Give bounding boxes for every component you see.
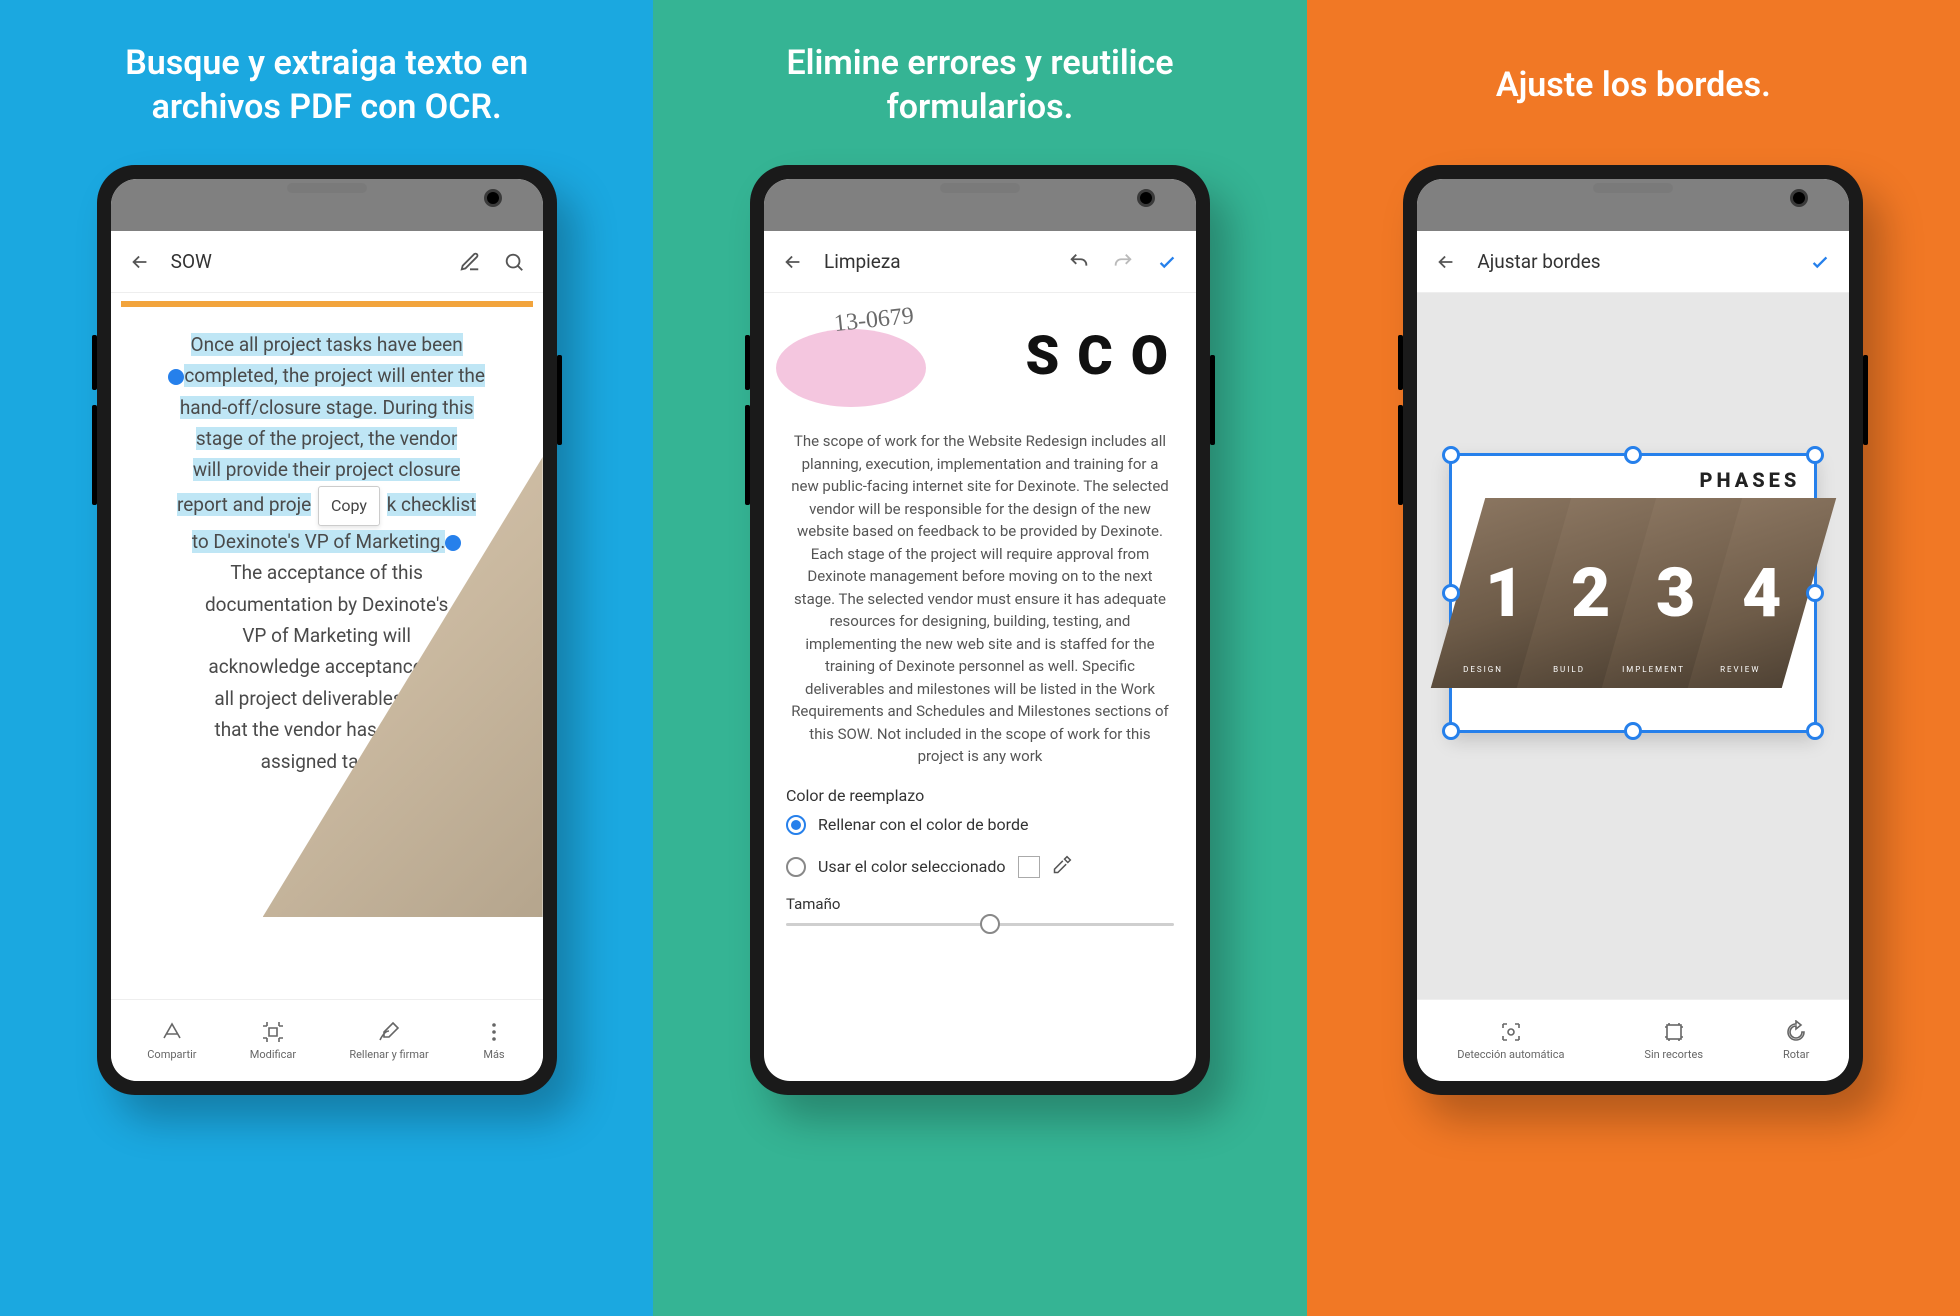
appbar-title: Limpieza — [824, 250, 1048, 273]
phone-notch — [287, 183, 367, 193]
phone-mockup-3: Ajustar bordes PHASES 1DESIGN 2BUILD 3IM… — [1403, 165, 1863, 1095]
no-crop-button[interactable]: Sin recortes — [1644, 1020, 1703, 1061]
crop-handle[interactable] — [1806, 446, 1824, 464]
phone-side-button — [92, 335, 97, 390]
radio-icon[interactable] — [786, 857, 806, 877]
crop-handle[interactable] — [1442, 722, 1460, 740]
selection-handle-end[interactable] — [445, 535, 461, 551]
appbar-title: SOW — [171, 250, 439, 273]
document-body[interactable]: Once all project tasks have been complet… — [111, 319, 543, 999]
app-bar: SOW — [111, 231, 543, 293]
phone-side-button — [1863, 355, 1868, 445]
undo-button[interactable] — [1066, 249, 1092, 275]
search-icon[interactable] — [501, 249, 527, 275]
crop-handle[interactable] — [1806, 722, 1824, 740]
panel-crop: Ajuste los bordes. Ajustar bordes PHASES — [1307, 0, 1960, 1316]
crop-document[interactable]: PHASES 1DESIGN 2BUILD 3IMPLEMENT 4REVIEW — [1449, 453, 1817, 733]
bottom-toolbar: Compartir Modificar Rellenar y firmar Má… — [111, 999, 543, 1081]
copy-tooltip[interactable]: Copy — [318, 486, 380, 526]
app-bar: Ajustar bordes — [1417, 231, 1849, 293]
phone-side-button — [1398, 405, 1403, 505]
handwritten-note: 13-0679 — [833, 303, 915, 338]
rotate-button[interactable]: Rotar — [1783, 1020, 1809, 1061]
phone-mockup-2: Limpieza 13-0679 SCO The scope of work f… — [750, 165, 1210, 1095]
crop-handle[interactable] — [1624, 722, 1642, 740]
done-button[interactable] — [1154, 249, 1180, 275]
phone-camera — [1137, 189, 1155, 207]
panel-cleanup: Elimine errores y reutilice formularios.… — [653, 0, 1306, 1316]
phone-mockup-1: SOW Once all project tasks have been com… — [97, 165, 557, 1095]
auto-detect-button[interactable]: Detección automática — [1457, 1020, 1564, 1061]
document-body-text[interactable]: The scope of work for the Website Redesi… — [764, 426, 1196, 772]
phone-side-button — [745, 335, 750, 390]
eyedropper-icon[interactable] — [1052, 855, 1072, 879]
phone-camera — [484, 189, 502, 207]
phone-notch — [1593, 183, 1673, 193]
selection-handle-start[interactable] — [168, 369, 184, 385]
document-header: 13-0679 SCO — [764, 301, 1196, 416]
phone-notch — [940, 183, 1020, 193]
crop-handle[interactable] — [1806, 584, 1824, 602]
back-button[interactable] — [127, 249, 153, 275]
appbar-title: Ajustar bordes — [1477, 250, 1789, 273]
document-title-large: SCO — [1025, 325, 1186, 388]
bottom-toolbar: Detección automática Sin recortes Rotar — [1417, 999, 1849, 1081]
back-button[interactable] — [1433, 249, 1459, 275]
phone-side-button — [745, 405, 750, 505]
size-slider[interactable] — [786, 923, 1174, 926]
app-bar: Limpieza — [764, 231, 1196, 293]
more-button[interactable]: Más — [482, 1020, 506, 1061]
phases-title: PHASES — [1700, 468, 1801, 492]
crop-handle[interactable] — [1442, 446, 1460, 464]
panel-ocr: Busque y extraiga texto en archivos PDF … — [0, 0, 653, 1316]
slider-thumb[interactable] — [980, 914, 1000, 934]
phone-side-button — [557, 355, 562, 445]
radio-fill-border[interactable]: Rellenar con el color de borde — [786, 805, 1174, 845]
phase-strips: 1DESIGN 2BUILD 3IMPLEMENT 4REVIEW — [1462, 498, 1804, 688]
eraser-mark[interactable] — [776, 329, 926, 407]
replace-color-label: Color de reemplazo — [786, 786, 1174, 805]
radio-icon[interactable] — [786, 815, 806, 835]
headline-2: Elimine errores y reutilice formularios. — [730, 35, 1230, 135]
color-swatch[interactable] — [1018, 856, 1040, 878]
edit-icon[interactable] — [457, 249, 483, 275]
document-accent-bar — [121, 301, 533, 307]
phone-side-button — [1210, 355, 1215, 445]
phone-side-button — [92, 405, 97, 505]
done-button[interactable] — [1807, 249, 1833, 275]
redo-button[interactable] — [1110, 249, 1136, 275]
size-label: Tamaño — [786, 895, 1174, 913]
radio-use-selected[interactable]: Usar el color seleccionado — [786, 845, 1174, 889]
phone-side-button — [1398, 335, 1403, 390]
crop-canvas[interactable]: PHASES 1DESIGN 2BUILD 3IMPLEMENT 4REVIEW — [1417, 293, 1849, 999]
fill-sign-button[interactable]: Rellenar y firmar — [349, 1020, 428, 1061]
headline-1: Busque y extraiga texto en archivos PDF … — [77, 35, 577, 135]
share-button[interactable]: Compartir — [147, 1020, 196, 1061]
back-button[interactable] — [780, 249, 806, 275]
highlighted-text[interactable]: Once all project tasks have been — [191, 333, 463, 356]
modify-button[interactable]: Modificar — [250, 1020, 296, 1061]
headline-3: Ajuste los bordes. — [1496, 35, 1771, 135]
crop-handle[interactable] — [1624, 446, 1642, 464]
crop-handle[interactable] — [1442, 584, 1460, 602]
